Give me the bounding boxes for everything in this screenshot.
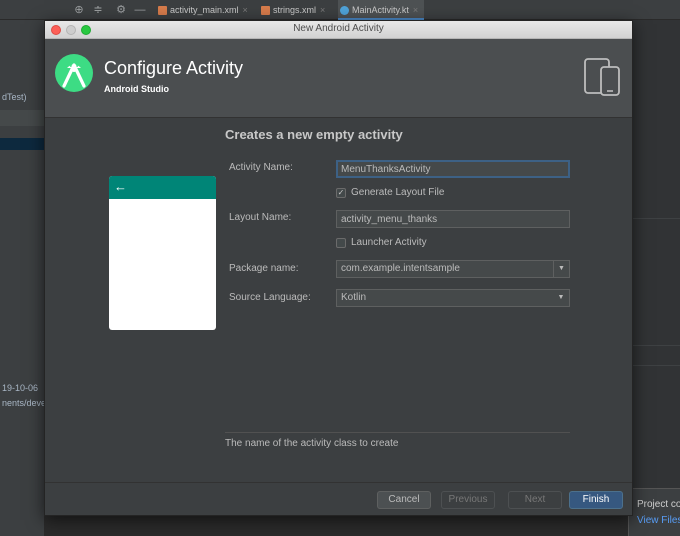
preview-appbar: ← — [109, 176, 216, 199]
tab-close-icon[interactable]: × — [320, 5, 325, 15]
activity-preview: ← — [109, 176, 216, 330]
source-language-label: Source Language: — [229, 292, 311, 303]
tab-label: strings.xml — [273, 5, 317, 15]
target-icon[interactable]: ⊕ — [72, 3, 86, 17]
activity-name-field[interactable] — [336, 160, 570, 178]
notification-balloon[interactable]: Project co View Files — [628, 488, 680, 536]
androidtest-fragment: dTest) — [2, 92, 27, 102]
phone-tablet-icon — [584, 58, 620, 96]
source-language-select[interactable]: Kotlin ▼ — [336, 289, 570, 307]
header-subtitle: Android Studio — [104, 84, 169, 94]
dialog-footer: Cancel Previous Next Finish — [45, 482, 632, 515]
tree-row — [0, 110, 44, 126]
divider — [633, 218, 680, 219]
new-activity-dialog: New Android Activity Configure Activity … — [44, 20, 633, 516]
layout-name-label: Layout Name: — [229, 212, 292, 223]
tab-activity-main-xml[interactable]: activity_main.xml × — [156, 0, 248, 20]
kotlin-file-icon — [340, 6, 349, 15]
launcher-activity-label: Launcher Activity — [351, 237, 427, 248]
xml-file-icon — [261, 6, 270, 15]
generate-layout-label: Generate Layout File — [351, 187, 445, 198]
divider — [633, 365, 680, 366]
notification-title: Project co — [637, 499, 680, 510]
divider — [225, 432, 570, 433]
tab-close-icon[interactable]: × — [243, 5, 248, 15]
package-name-combo[interactable]: com.example.intentsample ▼ — [336, 260, 570, 278]
collapse-icon[interactable]: ≑ — [91, 3, 105, 17]
ide-right-panel — [633, 20, 680, 536]
window-title: New Android Activity — [293, 23, 384, 34]
next-button[interactable]: Next — [508, 491, 562, 509]
chevron-down-icon[interactable]: ▼ — [553, 261, 569, 277]
android-studio-logo-icon — [55, 54, 93, 92]
divider — [633, 345, 680, 346]
tab-strings-xml[interactable]: strings.xml × — [259, 0, 325, 20]
back-arrow-icon: ← — [114, 179, 127, 194]
view-files-link[interactable]: View Files — [637, 515, 680, 526]
path-fragment: nents/deve — [2, 398, 47, 408]
finish-button[interactable]: Finish — [569, 491, 623, 509]
package-name-value: com.example.intentsample — [341, 263, 460, 274]
dialog-header: Configure Activity Android Studio — [45, 39, 632, 118]
minimize-icon[interactable]: — — [133, 3, 147, 17]
previous-button[interactable]: Previous — [441, 491, 495, 509]
launcher-activity-checkbox[interactable] — [336, 238, 346, 248]
package-name-label: Package name: — [229, 263, 299, 274]
tab-label: MainActivity.kt — [352, 5, 409, 15]
source-language-value: Kotlin — [341, 292, 367, 303]
tab-mainactivity-kt[interactable]: MainActivity.kt × — [338, 0, 425, 20]
tab-label: activity_main.xml — [170, 5, 239, 15]
dialog-titlebar[interactable]: New Android Activity — [45, 21, 632, 39]
generate-layout-checkbox[interactable]: ✓ — [336, 188, 346, 198]
layout-name-field[interactable] — [336, 210, 570, 228]
activity-name-label: Activity Name: — [229, 162, 293, 173]
chevron-down-icon[interactable]: ▼ — [553, 290, 569, 306]
cancel-button[interactable]: Cancel — [377, 491, 431, 509]
xml-file-icon — [158, 6, 167, 15]
date-fragment: 19-10-06 — [2, 383, 39, 393]
help-text: The name of the activity class to create — [225, 438, 399, 449]
page-heading: Creates a new empty activity — [225, 127, 403, 142]
editor-tab-bar: ⊕ ≑ ⚙ — activity_main.xml × strings.xml × … — [0, 0, 680, 20]
tree-row-selected[interactable] — [0, 138, 44, 150]
header-title: Configure Activity — [104, 58, 244, 78]
gear-icon[interactable]: ⚙ — [114, 3, 128, 17]
tab-close-icon[interactable]: × — [413, 5, 418, 15]
